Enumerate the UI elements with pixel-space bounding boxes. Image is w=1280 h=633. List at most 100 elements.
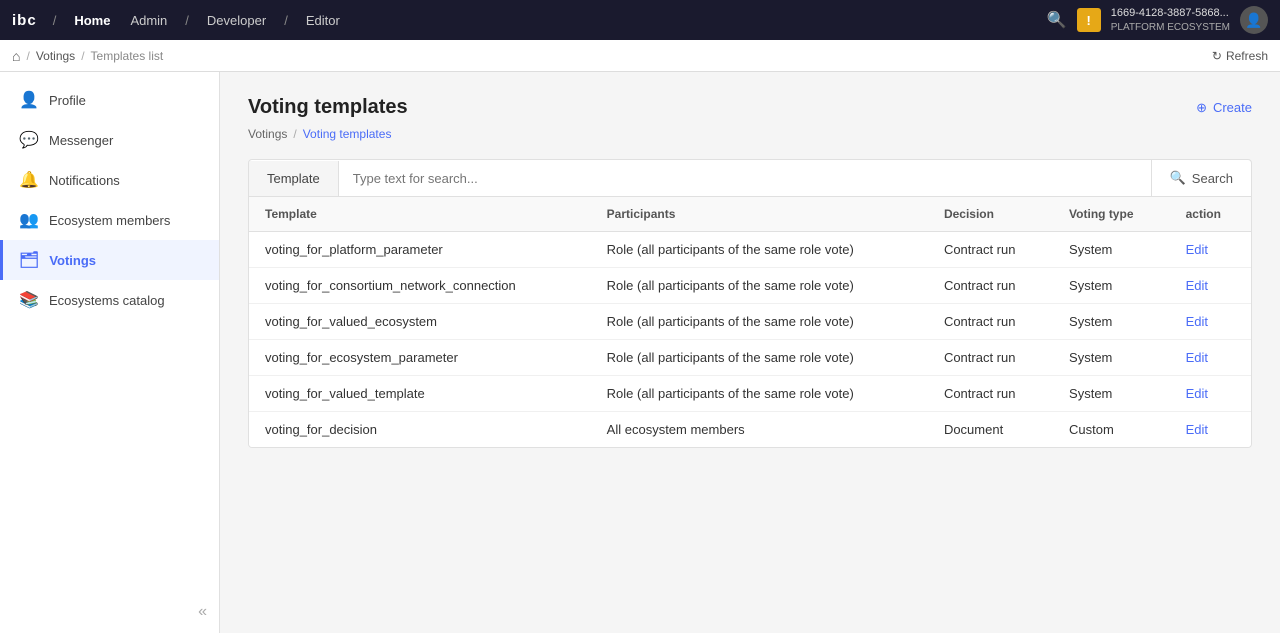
cell-template-5: voting_for_decision bbox=[249, 412, 591, 448]
cell-voting-type-1: System bbox=[1053, 268, 1170, 304]
home-icon[interactable]: ⌂ bbox=[12, 48, 20, 64]
cell-decision-2: Contract run bbox=[928, 304, 1053, 340]
sidebar-label-votings: Votings bbox=[49, 253, 96, 268]
cell-template-3: voting_for_ecosystem_parameter bbox=[249, 340, 591, 376]
breadcrumb-sep-2: / bbox=[81, 49, 84, 63]
sub-breadcrumb-votings[interactable]: Votings bbox=[248, 127, 287, 141]
cell-action-2[interactable]: Edit bbox=[1170, 304, 1251, 340]
nav-link-editor[interactable]: Editor bbox=[300, 11, 346, 30]
cell-action-0[interactable]: Edit bbox=[1170, 232, 1251, 268]
notifications-icon: 🔔 bbox=[19, 170, 39, 190]
cell-voting-type-0: System bbox=[1053, 232, 1170, 268]
search-icon[interactable]: 🔍 bbox=[1047, 10, 1067, 30]
sidebar-item-messenger[interactable]: 💬 Messenger bbox=[0, 120, 219, 160]
nav-sep-2: / bbox=[185, 13, 189, 28]
sidebar-label-profile: Profile bbox=[49, 93, 86, 108]
table-row: voting_for_ecosystem_parameter Role (all… bbox=[249, 340, 1251, 376]
search-bar: Template 🔍 Search bbox=[249, 160, 1251, 197]
cell-voting-type-3: System bbox=[1053, 340, 1170, 376]
breadcrumb-sep-1: / bbox=[26, 49, 29, 63]
cell-voting-type-2: System bbox=[1053, 304, 1170, 340]
cell-decision-5: Document bbox=[928, 412, 1053, 448]
search-btn-icon: 🔍 bbox=[1170, 170, 1186, 186]
edit-link-3[interactable]: Edit bbox=[1186, 350, 1208, 365]
cell-template-2: voting_for_valued_ecosystem bbox=[249, 304, 591, 340]
table-row: voting_for_decision All ecosystem member… bbox=[249, 412, 1251, 448]
nav-link-developer[interactable]: Developer bbox=[201, 11, 272, 30]
sidebar: 👤 Profile 💬 Messenger 🔔 Notifications 👥 … bbox=[0, 72, 220, 633]
sub-breadcrumb: Votings / Voting templates bbox=[248, 127, 1252, 141]
top-navbar: ibc / Home Admin / Developer / Editor 🔍 … bbox=[0, 0, 1280, 40]
sub-breadcrumb-sep: / bbox=[293, 127, 296, 141]
search-tab-template[interactable]: Template bbox=[249, 161, 339, 196]
cell-template-4: voting_for_valued_template bbox=[249, 376, 591, 412]
user-id: 1669-4128-3887-5868... bbox=[1111, 6, 1229, 20]
cell-template-1: voting_for_consortium_network_connection bbox=[249, 268, 591, 304]
voting-templates-table: Template Participants Decision Voting ty… bbox=[249, 197, 1251, 447]
topnav-right: 🔍 ! 1669-4128-3887-5868... PLATFORM ECOS… bbox=[1047, 6, 1268, 34]
user-info: 1669-4128-3887-5868... PLATFORM ECOSYSTE… bbox=[1111, 6, 1230, 33]
nav-link-admin[interactable]: Admin bbox=[124, 11, 173, 30]
cell-action-4[interactable]: Edit bbox=[1170, 376, 1251, 412]
table-row: voting_for_valued_ecosystem Role (all pa… bbox=[249, 304, 1251, 340]
nav-link-home[interactable]: Home bbox=[68, 11, 116, 30]
edit-link-4[interactable]: Edit bbox=[1186, 386, 1208, 401]
cell-action-3[interactable]: Edit bbox=[1170, 340, 1251, 376]
page-title: Voting templates bbox=[248, 96, 408, 119]
cell-voting-type-4: System bbox=[1053, 376, 1170, 412]
sidebar-item-ecosystems-catalog[interactable]: 📚 Ecosystems catalog bbox=[0, 280, 219, 320]
sidebar-label-notifications: Notifications bbox=[49, 173, 120, 188]
page-header: Voting templates ⊕ Create bbox=[248, 96, 1252, 119]
breadcrumb-votings[interactable]: Votings bbox=[36, 49, 75, 63]
cell-participants-5: All ecosystem members bbox=[591, 412, 928, 448]
sidebar-collapse-button[interactable]: « bbox=[194, 599, 211, 625]
breadcrumb-bar: ⌂ / Votings / Templates list ↻ Refresh bbox=[0, 40, 1280, 72]
sidebar-item-profile[interactable]: 👤 Profile bbox=[0, 80, 219, 120]
col-voting-type: Voting type bbox=[1053, 197, 1170, 232]
create-icon: ⊕ bbox=[1196, 100, 1207, 116]
alert-button[interactable]: ! bbox=[1077, 8, 1101, 32]
table-row: voting_for_valued_template Role (all par… bbox=[249, 376, 1251, 412]
nav-sep-1: / bbox=[53, 13, 57, 28]
nav-sep-3: / bbox=[284, 13, 288, 28]
create-button[interactable]: ⊕ Create bbox=[1196, 100, 1252, 116]
cell-decision-0: Contract run bbox=[928, 232, 1053, 268]
user-role: PLATFORM ECOSYSTEM bbox=[1111, 21, 1230, 34]
col-template: Template bbox=[249, 197, 591, 232]
search-button[interactable]: 🔍 Search bbox=[1151, 160, 1251, 196]
breadcrumb-current: Templates list bbox=[91, 49, 164, 63]
cell-participants-1: Role (all participants of the same role … bbox=[591, 268, 928, 304]
ecosystems-catalog-icon: 📚 bbox=[19, 290, 39, 310]
edit-link-2[interactable]: Edit bbox=[1186, 314, 1208, 329]
sidebar-item-votings[interactable]: 🗂 Votings bbox=[0, 240, 219, 280]
cell-participants-2: Role (all participants of the same role … bbox=[591, 304, 928, 340]
sidebar-item-notifications[interactable]: 🔔 Notifications bbox=[0, 160, 219, 200]
cell-participants-3: Role (all participants of the same role … bbox=[591, 340, 928, 376]
sidebar-label-messenger: Messenger bbox=[49, 133, 113, 148]
cell-action-5[interactable]: Edit bbox=[1170, 412, 1251, 448]
edit-link-1[interactable]: Edit bbox=[1186, 278, 1208, 293]
search-btn-label: Search bbox=[1192, 171, 1233, 186]
sidebar-item-ecosystem-members[interactable]: 👥 Ecosystem members bbox=[0, 200, 219, 240]
col-decision: Decision bbox=[928, 197, 1053, 232]
refresh-button[interactable]: ↻ Refresh bbox=[1212, 49, 1268, 63]
cell-decision-4: Contract run bbox=[928, 376, 1053, 412]
table-row: voting_for_platform_parameter Role (all … bbox=[249, 232, 1251, 268]
ecosystem-members-icon: 👥 bbox=[19, 210, 39, 230]
sidebar-label-ecosystem-members: Ecosystem members bbox=[49, 213, 170, 228]
refresh-label: Refresh bbox=[1226, 49, 1268, 63]
cell-action-1[interactable]: Edit bbox=[1170, 268, 1251, 304]
avatar[interactable]: 👤 bbox=[1240, 6, 1268, 34]
search-input[interactable] bbox=[339, 161, 1151, 196]
profile-icon: 👤 bbox=[19, 90, 39, 110]
sidebar-label-ecosystems-catalog: Ecosystems catalog bbox=[49, 293, 165, 308]
table-row: voting_for_consortium_network_connection… bbox=[249, 268, 1251, 304]
table-body: voting_for_platform_parameter Role (all … bbox=[249, 232, 1251, 448]
edit-link-5[interactable]: Edit bbox=[1186, 422, 1208, 437]
cell-decision-1: Contract run bbox=[928, 268, 1053, 304]
cell-voting-type-5: Custom bbox=[1053, 412, 1170, 448]
edit-link-0[interactable]: Edit bbox=[1186, 242, 1208, 257]
cell-template-0: voting_for_platform_parameter bbox=[249, 232, 591, 268]
main-inner: Voting templates ⊕ Create Votings / Voti… bbox=[220, 72, 1280, 472]
cell-decision-3: Contract run bbox=[928, 340, 1053, 376]
